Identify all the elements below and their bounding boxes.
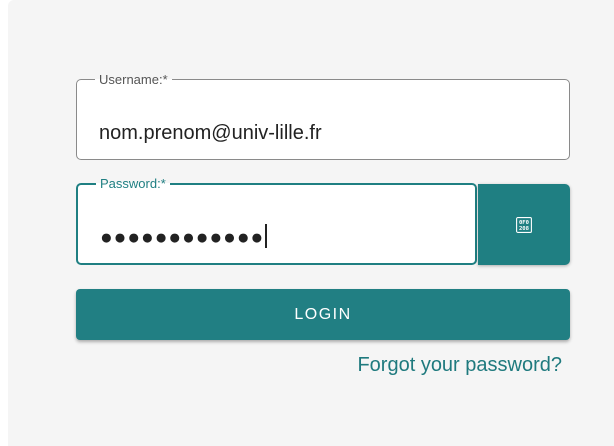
username-label: Username:* <box>99 72 168 87</box>
forgot-password-link[interactable]: Forgot your password? <box>357 354 562 377</box>
login-card: Username:* nom.prenom@univ-lille.fr Pass… <box>8 0 614 446</box>
password-value[interactable]: ●●●●●●●●●●●● <box>100 224 267 250</box>
show-password-button[interactable]: 0F0 208 <box>478 184 570 265</box>
password-field[interactable]: Password:* ●●●●●●●●●●●● <box>76 177 477 265</box>
username-field[interactable]: Username:* nom.prenom@univ-lille.fr <box>76 73 570 160</box>
password-label: Password:* <box>100 176 166 191</box>
password-dots: ●●●●●●●●●●●● <box>100 226 265 249</box>
text-caret <box>265 224 267 248</box>
svg-text:208: 208 <box>519 226 530 232</box>
show-password-icon: 0F0 208 <box>516 216 532 233</box>
login-button[interactable]: LOGIN <box>76 289 570 340</box>
login-button-label: LOGIN <box>294 305 352 323</box>
username-value[interactable]: nom.prenom@univ-lille.fr <box>99 122 322 145</box>
